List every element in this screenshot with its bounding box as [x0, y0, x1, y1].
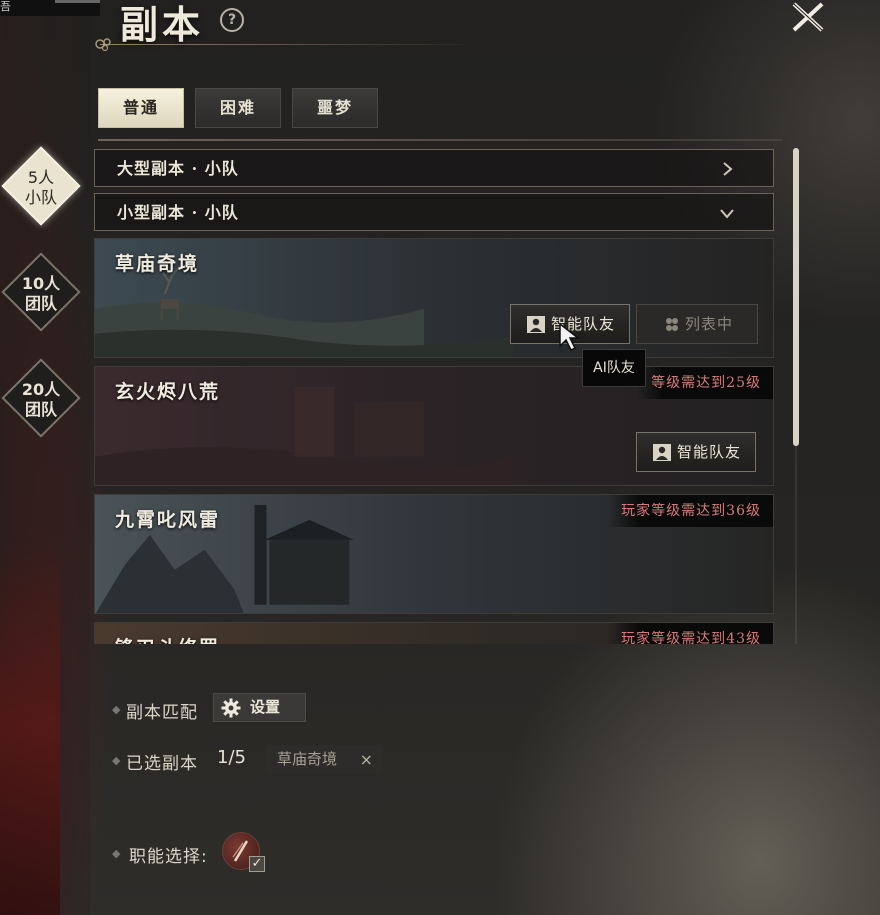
bullet-icon: ◆ [112, 847, 121, 860]
chevron-right-icon [723, 162, 733, 176]
team-size-10[interactable]: 10人 团队 [1, 252, 81, 332]
tabs-divider [98, 139, 782, 141]
selected-label: 已选副本 [126, 754, 198, 774]
team-size-20-label: 20人 团队 [21, 380, 61, 419]
team-size-5-label: 5人 小队 [24, 168, 57, 207]
in-list-button[interactable]: 列表中 [636, 304, 758, 344]
portrait-icon [653, 444, 671, 461]
selected-count: 1/5 [217, 747, 246, 768]
group-small-dungeon[interactable]: 小型副本 · 小队 [94, 193, 774, 231]
top-left-fragment: 吾 [0, 0, 100, 16]
tab-hard[interactable]: 困难 [195, 88, 281, 128]
level-requirement: 等级需达到25级 [637, 367, 773, 399]
ai-teammate-button[interactable]: 智能队友 [636, 432, 756, 472]
help-icon[interactable]: ? [220, 8, 244, 32]
dungeon-name: 锋刃斗修罗 [115, 633, 220, 644]
bullet-icon: ◆ [112, 754, 121, 767]
page-title: 副本 [120, 2, 205, 47]
selected-dungeon-chip: 草庙奇境 × [267, 745, 381, 774]
bullet-icon: ◆ [112, 703, 121, 716]
close-icon[interactable] [788, 0, 828, 34]
chevron-down-icon [720, 209, 734, 219]
group-large-label: 大型副本 · 小队 [117, 159, 239, 178]
matching-label: 副本匹配 [126, 703, 198, 723]
role-label: 职能选择: [129, 847, 208, 867]
dungeon-name: 草庙奇境 [115, 253, 200, 275]
group-large-dungeon[interactable]: 大型副本 · 小队 [94, 149, 774, 187]
tab-normal[interactable]: 普通 [98, 88, 184, 128]
tab-nightmare[interactable]: 噩梦 [292, 88, 378, 128]
left-backdrop [0, 0, 90, 915]
chip-remove-icon[interactable]: × [360, 745, 373, 774]
group-icon [666, 318, 678, 331]
role-checkbox[interactable]: ✓ [249, 856, 265, 872]
team-size-20[interactable]: 20人 团队 [1, 358, 81, 438]
tooltip: AI队友 [582, 349, 646, 387]
gear-icon [221, 698, 241, 718]
dungeon-list[interactable]: 大型副本 · 小队 小型副本 · 小队 草庙奇境 智能队友 列表中 玄火烬八荒 … [94, 146, 774, 644]
group-small-label: 小型副本 · 小队 [117, 203, 239, 222]
dungeon-name: 玄火烬八荒 [115, 381, 221, 403]
top-left-text: 吾 [0, 0, 11, 13]
dungeon-name: 九霄叱风雷 [115, 509, 221, 531]
portrait-icon [527, 316, 545, 333]
settings-button[interactable]: 设置 [213, 693, 306, 722]
team-size-10-label: 10人 团队 [21, 274, 61, 313]
dungeon-card-xuanhuo[interactable]: 玄火烬八荒 等级需达到25级 智能队友 [94, 366, 774, 486]
dungeon-card-jiuxiao[interactable]: 九霄叱风雷 玩家等级需达到36级 [94, 494, 774, 614]
level-requirement: 玩家等级需达到36级 [607, 495, 773, 527]
team-size-5[interactable]: 5人 小队 [1, 146, 81, 226]
mouse-cursor-icon [559, 322, 581, 352]
dungeon-card-fengren[interactable]: 锋刃斗修罗 玩家等级需达到43级 [94, 622, 774, 644]
dungeon-card-caomiao[interactable]: 草庙奇境 智能队友 列表中 [94, 238, 774, 358]
level-requirement: 玩家等级需达到43级 [607, 623, 773, 644]
title-divider [100, 44, 480, 45]
scrollbar-thumb[interactable] [793, 148, 799, 446]
